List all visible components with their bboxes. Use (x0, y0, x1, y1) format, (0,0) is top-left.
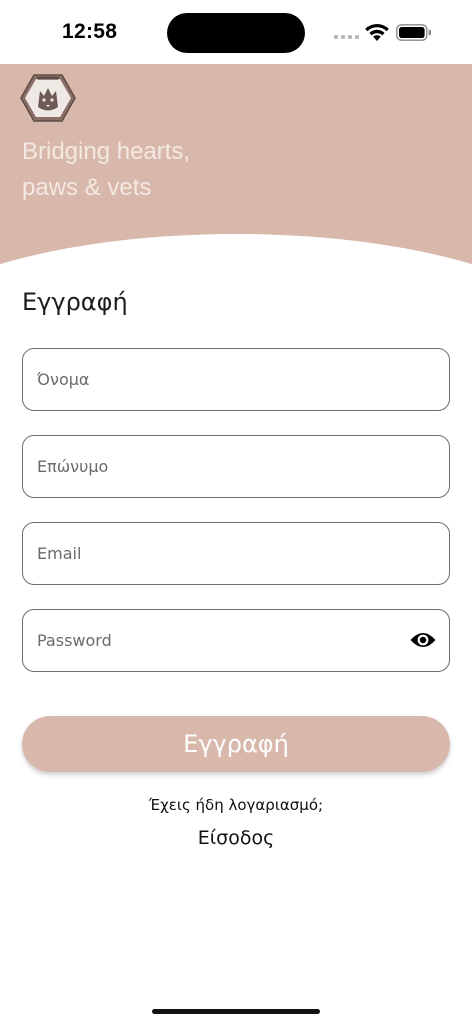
wifi-icon (365, 23, 389, 41)
dog-cat-hexagon-logo-icon (20, 74, 76, 122)
email-input[interactable] (37, 523, 397, 583)
last-name-input[interactable] (37, 436, 397, 496)
brand-header: Bridging hearts, paws & vets (0, 64, 472, 294)
email-field[interactable] (22, 522, 450, 585)
login-link[interactable]: Είσοδος (0, 827, 472, 849)
eye-icon[interactable] (409, 627, 437, 653)
battery-icon (396, 24, 431, 41)
register-button[interactable]: Εγγραφή (22, 716, 450, 772)
first-name-field[interactable] (22, 348, 450, 411)
first-name-input[interactable] (37, 349, 397, 409)
have-account-text: Έχεις ήδη λογαριασμό; (148, 796, 324, 814)
cellular-signal-icon (334, 35, 360, 39)
last-name-field[interactable] (22, 435, 450, 498)
status-time: 12:58 (62, 20, 118, 43)
home-indicator[interactable] (152, 1009, 320, 1014)
password-input[interactable] (37, 610, 397, 670)
page-title: Εγγραφή (22, 288, 128, 316)
tagline: Bridging hearts, paws & vets (22, 134, 282, 206)
password-field[interactable] (22, 609, 450, 672)
tagline-line-2: paws & vets (22, 174, 152, 201)
tagline-line-1: Bridging hearts, (22, 138, 191, 165)
header-curve (0, 234, 472, 294)
dynamic-island (167, 13, 305, 53)
status-bar: 12:58 (0, 0, 472, 64)
